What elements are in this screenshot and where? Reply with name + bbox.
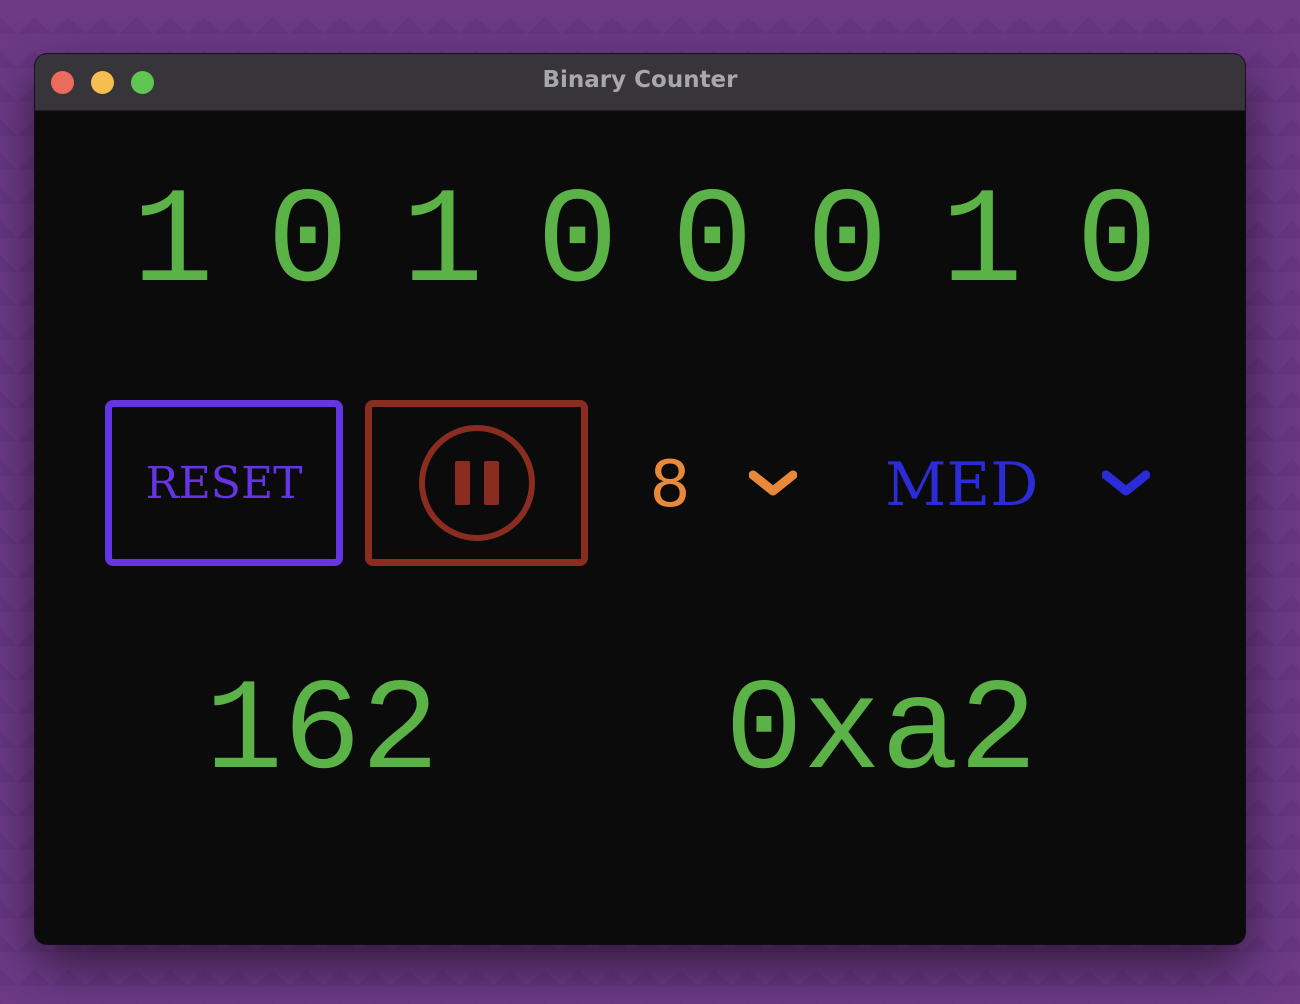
- speed-select[interactable]: MED: [885, 440, 1165, 530]
- bit-width-select[interactable]: 8: [635, 440, 815, 530]
- bit-width-value: 8: [649, 448, 691, 522]
- bit-2: 0: [806, 167, 889, 321]
- bit-0: 0: [1076, 167, 1158, 321]
- bit-7: 1: [132, 167, 214, 321]
- pause-icon: [418, 425, 535, 541]
- bit-3: 0: [671, 167, 754, 321]
- binary-display: 1 0 1 0 0 0 1 0: [95, 174, 1195, 314]
- window-title: Binary Counter: [542, 67, 738, 93]
- bit-1: 1: [941, 167, 1023, 321]
- reset-button[interactable]: RESET: [105, 400, 343, 566]
- bit-6: 0: [267, 167, 349, 321]
- chevron-down-icon: [748, 469, 798, 501]
- hex-value: 0xa2: [725, 660, 1038, 807]
- title-bar: Binary Counter: [35, 54, 1245, 111]
- app-window: Binary Counter 1 0 1 0 0 0 1 0 RESET 8 M…: [35, 54, 1245, 944]
- bit-5: 1: [401, 167, 484, 321]
- pause-button[interactable]: [365, 400, 588, 566]
- decimal-value: 162: [205, 660, 440, 807]
- bit-4: 0: [536, 167, 619, 321]
- chevron-down-icon: [1101, 469, 1151, 501]
- speed-value: MED: [885, 450, 1039, 520]
